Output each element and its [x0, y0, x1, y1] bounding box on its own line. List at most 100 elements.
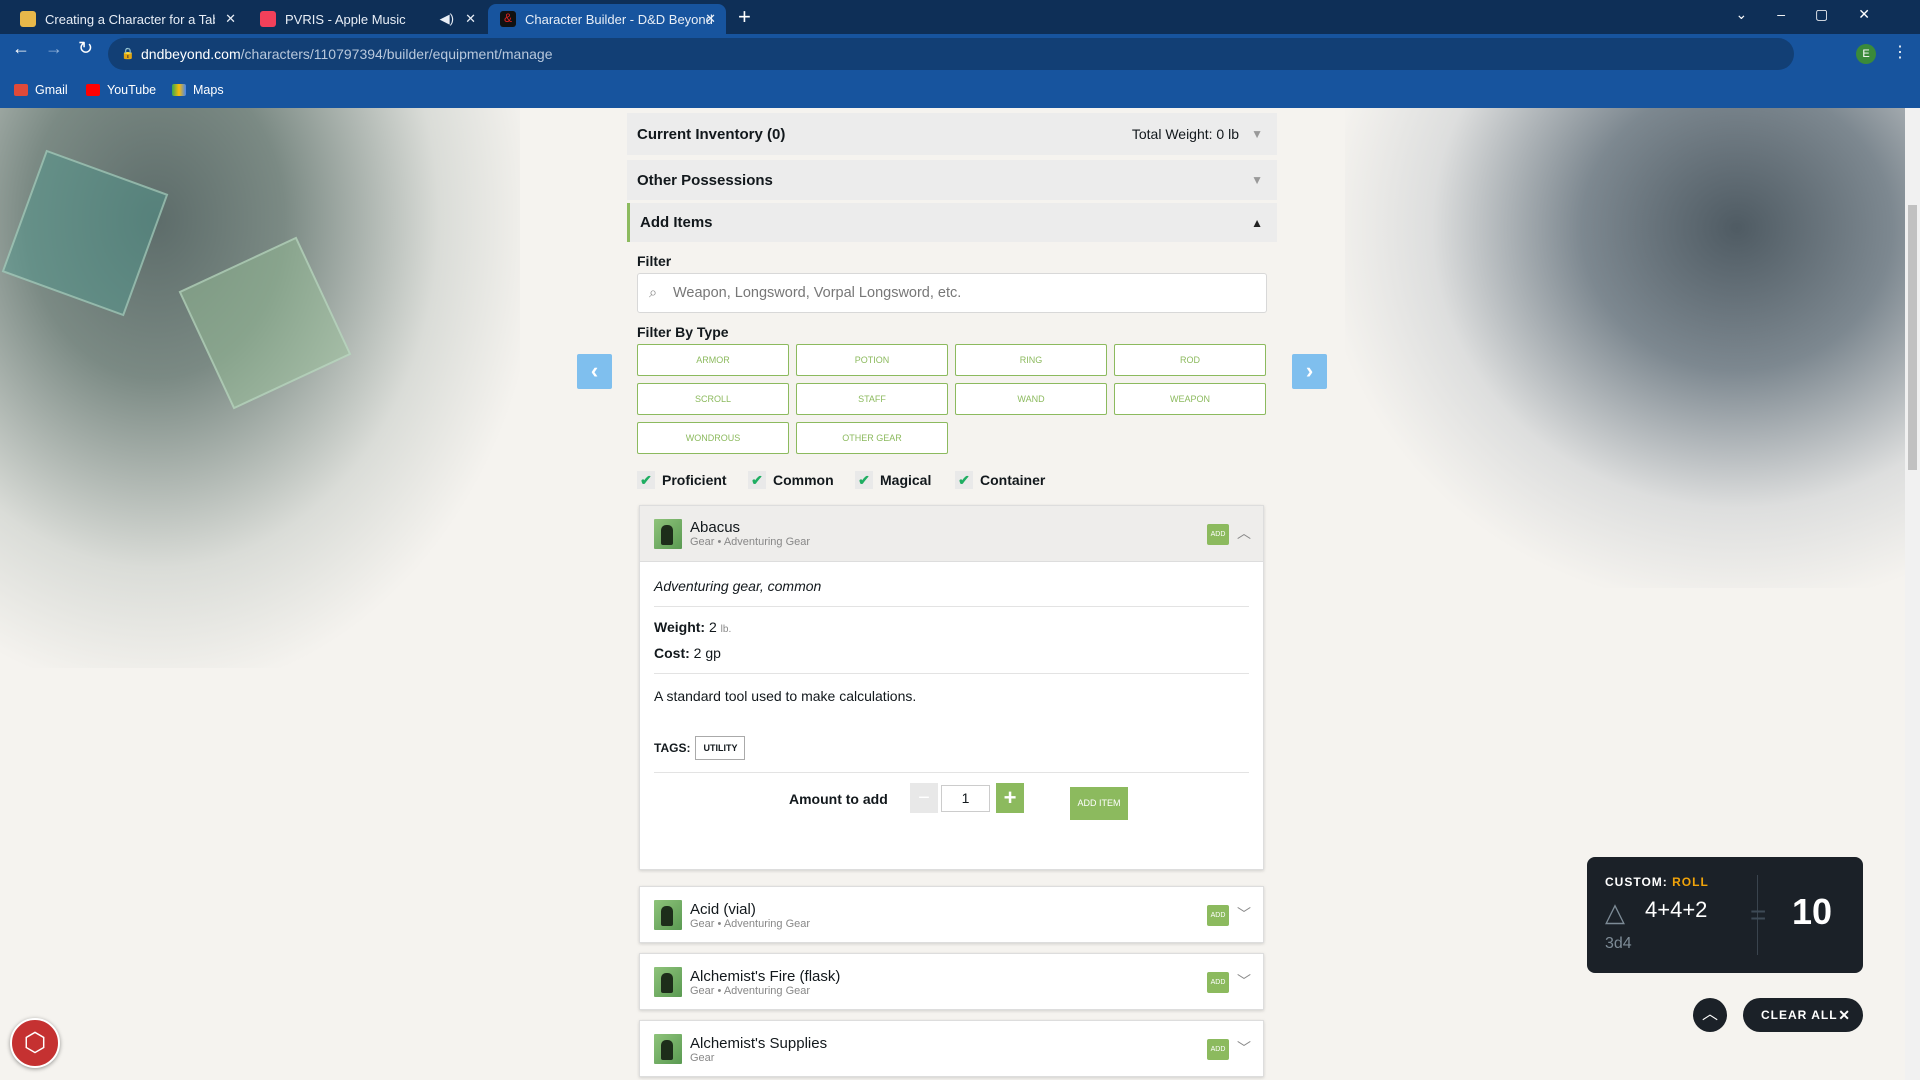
add-button[interactable]: ADD: [1207, 972, 1229, 993]
tab-apple-music[interactable]: PVRIS - Apple Music ◀) ✕: [248, 4, 486, 34]
section-title: Add Items: [640, 214, 713, 231]
gear-icon: [654, 1034, 682, 1064]
tab-favicon: [260, 11, 276, 27]
expand-rolls-button[interactable]: ︿: [1693, 998, 1727, 1032]
clear-all-button[interactable]: CLEAR ALL✕: [1743, 998, 1863, 1032]
chevron-down-icon[interactable]: ﹀: [1237, 971, 1251, 991]
speaker-icon[interactable]: ◀): [440, 11, 454, 27]
tag-utility: UTILITY: [695, 736, 745, 760]
checkbox-common[interactable]: ✔Common: [748, 471, 834, 489]
d4-icon: △: [1605, 897, 1625, 928]
tab-title: Character Builder - D&D Beyond: [525, 12, 713, 27]
add-button[interactable]: ADD: [1207, 524, 1229, 545]
increment-button[interactable]: +: [996, 783, 1024, 813]
maps-icon: [172, 84, 186, 96]
item-header[interactable]: Alchemist's SuppliesGearADD﹀: [640, 1021, 1263, 1077]
item-card[interactable]: Alchemist's Fire (flask)Gear • Adventuri…: [639, 953, 1264, 1010]
roll-label: CUSTOM:: [1605, 875, 1668, 889]
bookmark-maps[interactable]: Maps: [172, 83, 224, 97]
checkmark-icon: ✔: [955, 471, 973, 489]
item-type: Gear: [690, 1052, 714, 1064]
lock-icon: 🔒: [121, 38, 135, 70]
add-button[interactable]: ADD: [1207, 905, 1229, 926]
scrollbar[interactable]: [1905, 108, 1920, 1080]
adventurers-artwork: [1345, 108, 1905, 588]
checkbox-proficient[interactable]: ✔Proficient: [637, 471, 727, 489]
chevron-down-icon[interactable]: ﹀: [1237, 1038, 1251, 1058]
item-header[interactable]: Alchemist's Fire (flask)Gear • Adventuri…: [640, 954, 1263, 1010]
item-header[interactable]: Acid (vial)Gear • Adventuring GearADD﹀: [640, 887, 1263, 943]
item-subtype: Adventuring Gear: [724, 918, 810, 930]
checkbox-magical[interactable]: ✔Magical: [855, 471, 931, 489]
cost-value: 2 gp: [694, 645, 721, 661]
filter-type-armor[interactable]: ARMOR: [637, 344, 789, 376]
filter-type-weapon[interactable]: WEAPON: [1114, 383, 1266, 415]
tab-character-builder[interactable]: &Character Builder - D&D Beyond✕: [488, 4, 726, 34]
address-bar[interactable]: 🔒 dndbeyond.com/characters/110797394/buil…: [108, 38, 1794, 70]
dice-notation: 3d4: [1605, 935, 1632, 953]
add-item-button[interactable]: ADD ITEM: [1070, 787, 1128, 820]
chevron-down-icon: ▼: [1251, 173, 1263, 187]
url-domain: dndbeyond.com: [141, 46, 241, 62]
scrollbar-thumb[interactable]: [1908, 205, 1917, 470]
item-card[interactable]: Alchemist's SuppliesGearADD﹀: [639, 1020, 1264, 1077]
browser-toolbar: ← → ↻ 🔒 dndbeyond.com/characters/11079739…: [0, 34, 1920, 74]
menu-icon[interactable]: ⋮: [1892, 42, 1908, 62]
profile-avatar[interactable]: E: [1856, 44, 1876, 64]
new-tab-button[interactable]: +: [738, 4, 751, 30]
current-inventory-header[interactable]: Current Inventory (0)Total Weight: 0 lb▼: [627, 113, 1277, 155]
filter-type-other-gear[interactable]: OTHER GEAR: [796, 422, 948, 454]
chevron-up-icon[interactable]: ︿: [1237, 523, 1251, 543]
bookmark-gmail[interactable]: Gmail: [14, 83, 68, 97]
add-button[interactable]: ADD: [1207, 1039, 1229, 1060]
filter-type-scroll[interactable]: SCROLL: [637, 383, 789, 415]
tab-title: PVRIS - Apple Music: [285, 12, 406, 27]
item-card[interactable]: Acid (vial)Gear • Adventuring GearADD﹀: [639, 886, 1264, 943]
amount-input[interactable]: 1: [941, 785, 990, 812]
window-controls[interactable]: ⌄–▢✕: [1736, 6, 1900, 23]
close-tab-icon[interactable]: ✕: [225, 11, 236, 27]
section-title: Other Possessions: [637, 172, 773, 189]
bookmark-label: YouTube: [107, 83, 156, 97]
roll-breakdown: 4+4+2: [1645, 897, 1707, 923]
reload-icon[interactable]: ↻: [78, 38, 93, 59]
add-items-header[interactable]: Add Items ▲: [627, 203, 1277, 242]
weight-value: 2: [709, 619, 717, 635]
amount-label: Amount to add: [789, 791, 888, 807]
item-name: Acid (vial): [690, 901, 810, 918]
forward-icon[interactable]: →: [45, 38, 63, 59]
dice-roller-d20-button[interactable]: ⬡: [10, 1018, 60, 1068]
roll-action: ROLL: [1672, 875, 1709, 889]
checkbox-container[interactable]: ✔Container: [955, 471, 1045, 489]
filter-type-staff[interactable]: STAFF: [796, 383, 948, 415]
close-icon: ✕: [1838, 998, 1851, 1032]
next-arrow-button[interactable]: ›: [1292, 354, 1327, 389]
filter-type-ring[interactable]: RING: [955, 344, 1107, 376]
checkmark-icon: ✔: [855, 471, 873, 489]
tab-creating-character[interactable]: Creating a Character for a Table✕: [8, 4, 246, 34]
page-content: Current Inventory (0)Total Weight: 0 lb▼…: [0, 108, 1905, 1080]
item-type: Gear: [690, 985, 714, 997]
equals-sign: =: [1750, 899, 1766, 931]
filter-search-input[interactable]: ⌕Weapon, Longsword, Vorpal Longsword, et…: [637, 273, 1267, 313]
close-tab-icon[interactable]: ✕: [465, 11, 476, 27]
filter-type-rod[interactable]: ROD: [1114, 344, 1266, 376]
decrement-button[interactable]: −: [910, 783, 938, 813]
other-possessions-header[interactable]: Other Possessions ▼: [627, 160, 1277, 200]
back-icon[interactable]: ←: [12, 38, 30, 59]
filter-type-wondrous[interactable]: WONDROUS: [637, 422, 789, 454]
item-subtype: Adventuring Gear: [724, 536, 810, 548]
item-description: A standard tool used to make calculation…: [654, 674, 1249, 736]
bookmark-label: Gmail: [35, 83, 68, 97]
url-path: /characters/110797394/builder/equipment/…: [241, 46, 553, 62]
bookmark-youtube[interactable]: YouTube: [86, 83, 156, 97]
filter-type-wand[interactable]: WAND: [955, 383, 1107, 415]
item-header[interactable]: AbacusGear • Adventuring Gear ADD ︿: [640, 506, 1263, 562]
prev-arrow-button[interactable]: ‹: [577, 354, 612, 389]
chevron-up-icon: ▲: [1251, 216, 1263, 230]
gear-icon: [654, 967, 682, 997]
search-icon: ⌕: [649, 274, 657, 312]
filter-type-potion[interactable]: POTION: [796, 344, 948, 376]
chevron-down-icon[interactable]: ﹀: [1237, 904, 1251, 924]
close-tab-icon[interactable]: ✕: [705, 11, 716, 27]
